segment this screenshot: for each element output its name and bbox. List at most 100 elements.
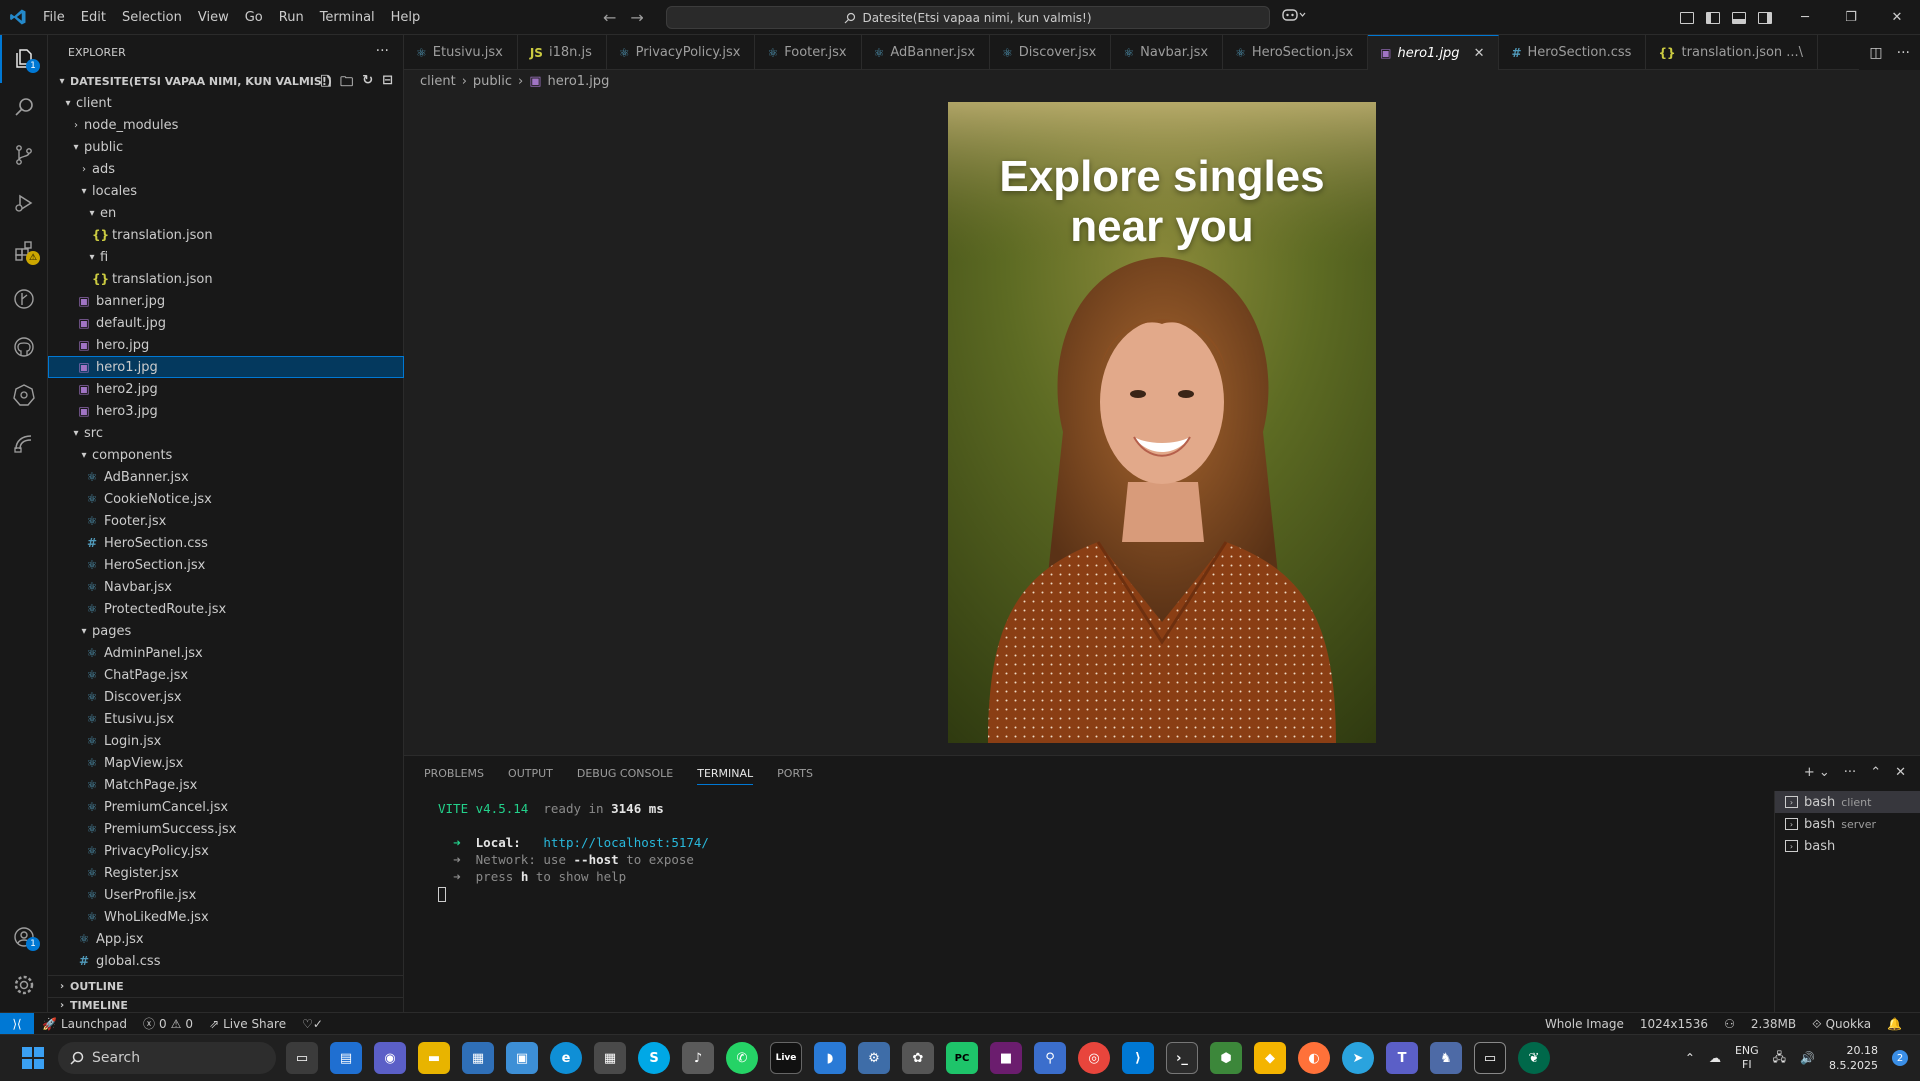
customize-layout-icon[interactable] (1680, 11, 1694, 24)
tree-file[interactable]: ⚛ HeroSection.jsx (48, 554, 404, 576)
tree-folder[interactable]: › node_modules (48, 114, 404, 136)
copilot-status-icon[interactable]: ♡✓ (294, 1017, 331, 1031)
clock[interactable]: 20.18 8.5.2025 (1829, 1043, 1878, 1073)
project-root[interactable]: ▾ DATESITE(ETSI VAPAA NIMI, KUN VALMIS!)… (48, 70, 403, 92)
cmd-icon[interactable]: ▭ (1474, 1042, 1506, 1074)
terminal-instance[interactable]: › bash server (1775, 813, 1920, 835)
manage-gear-icon[interactable] (0, 961, 48, 1009)
quokka-item[interactable]: ⟐ Quokka (1804, 1017, 1879, 1032)
breadcrumb-public[interactable]: public (473, 74, 512, 89)
remote-desktop-icon[interactable]: ▣ (506, 1042, 538, 1074)
tree-folder[interactable]: ▾ fi (48, 246, 404, 268)
tree-file[interactable]: {} translation.json (48, 268, 404, 290)
tree-folder[interactable]: ▾ client (48, 92, 404, 114)
explorer-icon[interactable]: 1 (0, 35, 48, 83)
problems-item[interactable]: ⓧ 0 ⚠ 0 (135, 1015, 201, 1032)
editor-tab[interactable]: ⚛ Etusivu.jsx (404, 35, 518, 70)
tree-file[interactable]: ⚛ ChatPage.jsx (48, 664, 404, 686)
file-explorer-icon[interactable]: ▬ (418, 1042, 450, 1074)
more-actions-icon[interactable]: ··· (1844, 765, 1856, 780)
postgres-icon[interactable]: ♞ (1430, 1042, 1462, 1074)
back-arrow-icon[interactable]: ← (603, 8, 616, 27)
gitlens-icon[interactable] (0, 275, 48, 323)
split-editor-icon[interactable]: ◫ (1869, 45, 1882, 61)
panel-tab[interactable]: PORTS (777, 767, 813, 780)
bookmark-app-icon[interactable]: ◗ (814, 1042, 846, 1074)
skype-icon[interactable]: S (638, 1042, 670, 1074)
local-url-link[interactable]: http://localhost:5174/ (543, 835, 709, 850)
tree-file[interactable]: {} translation.json (48, 224, 404, 246)
editor-tab[interactable]: ⚛ Navbar.jsx (1111, 35, 1224, 70)
terminal-output[interactable]: VITE v4.5.14 ready in 3146 ms ➜ Local: h… (438, 800, 709, 902)
zoom-mode[interactable]: Whole Image (1537, 1017, 1632, 1031)
tree-file[interactable]: ⚛ WhoLikedMe.jsx (48, 906, 404, 928)
calculator-icon[interactable]: ▦ (594, 1042, 626, 1074)
more-actions-icon[interactable]: ··· (376, 43, 389, 59)
tree-file[interactable]: ⚛ PrivacyPolicy.jsx (48, 840, 404, 862)
launchpad-item[interactable]: 🚀 Launchpad (34, 1017, 135, 1031)
tree-file[interactable]: ⚛ Navbar.jsx (48, 576, 404, 598)
edge-icon[interactable]: e (550, 1042, 582, 1074)
teams-icon[interactable]: T (1386, 1042, 1418, 1074)
tree-file[interactable]: ▣ hero1.jpg (48, 356, 404, 378)
editor-tab[interactable]: ▣ hero1.jpg ✕ (1368, 35, 1500, 70)
liveshare-item[interactable]: ⇗ Live Share (201, 1017, 294, 1031)
tree-file[interactable]: ▣ hero3.jpg (48, 400, 404, 422)
editor-tab[interactable]: ⚛ PrivacyPolicy.jsx (607, 35, 756, 70)
editor-tab[interactable]: JS i18n.js (518, 35, 607, 70)
editor-tab[interactable]: ⚛ AdBanner.jsx (862, 35, 991, 70)
jetbrains-icon[interactable]: ■ (990, 1042, 1022, 1074)
tree-file[interactable]: ▣ hero2.jpg (48, 378, 404, 400)
close-tab-icon[interactable]: ✕ (1474, 46, 1485, 61)
input-language[interactable]: ENG FI (1735, 1044, 1759, 1072)
menu-edit[interactable]: Edit (73, 0, 114, 35)
toggle-panel-icon[interactable] (1732, 11, 1746, 24)
microsoft-store-icon[interactable]: ▦ (462, 1042, 494, 1074)
pycharm-icon[interactable]: PC (946, 1042, 978, 1074)
tree-file[interactable]: ⚛ Login.jsx (48, 730, 404, 752)
menu-run[interactable]: Run (271, 0, 312, 35)
widgets-icon[interactable]: ▤ (330, 1042, 362, 1074)
tree-file[interactable]: ⚛ MapView.jsx (48, 752, 404, 774)
vscode-taskbar-icon[interactable]: ⟩ (1122, 1042, 1154, 1074)
extensions-icon[interactable]: ⚠ (0, 227, 48, 275)
editor-tab[interactable]: # HeroSection.css (1499, 35, 1647, 70)
panel-tab[interactable]: OUTPUT (508, 767, 553, 780)
telegram-icon[interactable]: ➤ (1342, 1042, 1374, 1074)
editor-tab[interactable]: ⚛ Footer.jsx (755, 35, 862, 70)
source-control-icon[interactable] (0, 131, 48, 179)
nodejs-icon[interactable]: ⬢ (1210, 1042, 1242, 1074)
run-debug-icon[interactable] (0, 179, 48, 227)
copilot-status-bar-icon[interactable]: ⚇ (1716, 1017, 1743, 1031)
menu-terminal[interactable]: Terminal (312, 0, 383, 35)
tree-file[interactable]: ⚛ Etusivu.jsx (48, 708, 404, 730)
remote-indicator-icon[interactable]: ⟩⟨ (0, 1012, 34, 1035)
mongodb-icon[interactable]: ❦ (1518, 1042, 1550, 1074)
maximize-panel-icon[interactable]: ⌃ (1870, 765, 1881, 780)
tray-overflow-icon[interactable]: ⌃ (1685, 1051, 1695, 1065)
breadcrumb-client[interactable]: client (420, 74, 456, 89)
panel-tab[interactable]: PROBLEMS (424, 767, 484, 780)
search-view-icon[interactable] (0, 83, 48, 131)
tree-folder[interactable]: ▾ components (48, 444, 404, 466)
minimize-icon[interactable]: ─ (1782, 0, 1828, 35)
tree-folder[interactable]: ▾ src (48, 422, 404, 444)
outline-section[interactable]: › OUTLINE (48, 975, 404, 997)
more-actions-icon[interactable]: ··· (1897, 45, 1910, 61)
copilot-icon[interactable] (1282, 8, 1306, 26)
tree-file[interactable]: ⚛ CookieNotice.jsx (48, 488, 404, 510)
tree-file[interactable]: ⚛ MatchPage.jsx (48, 774, 404, 796)
menu-view[interactable]: View (190, 0, 237, 35)
volume-icon[interactable]: 🔊 (1800, 1051, 1815, 1065)
chrome-icon[interactable]: ◎ (1078, 1042, 1110, 1074)
forward-arrow-icon[interactable]: → (630, 8, 643, 27)
notification-center-badge[interactable]: 2 (1892, 1050, 1908, 1066)
kubernetes-icon[interactable] (0, 371, 48, 419)
tree-file[interactable]: ⚛ App.jsx (48, 928, 404, 950)
terminal-instance[interactable]: › bash (1775, 835, 1920, 857)
tree-file[interactable]: ⚛ AdminPanel.jsx (48, 642, 404, 664)
restore-icon[interactable]: ❐ (1828, 0, 1874, 35)
tree-file[interactable]: # global.css (48, 950, 404, 972)
tree-file[interactable]: ▣ default.jpg (48, 312, 404, 334)
accounts-icon[interactable]: 1 (0, 913, 48, 961)
